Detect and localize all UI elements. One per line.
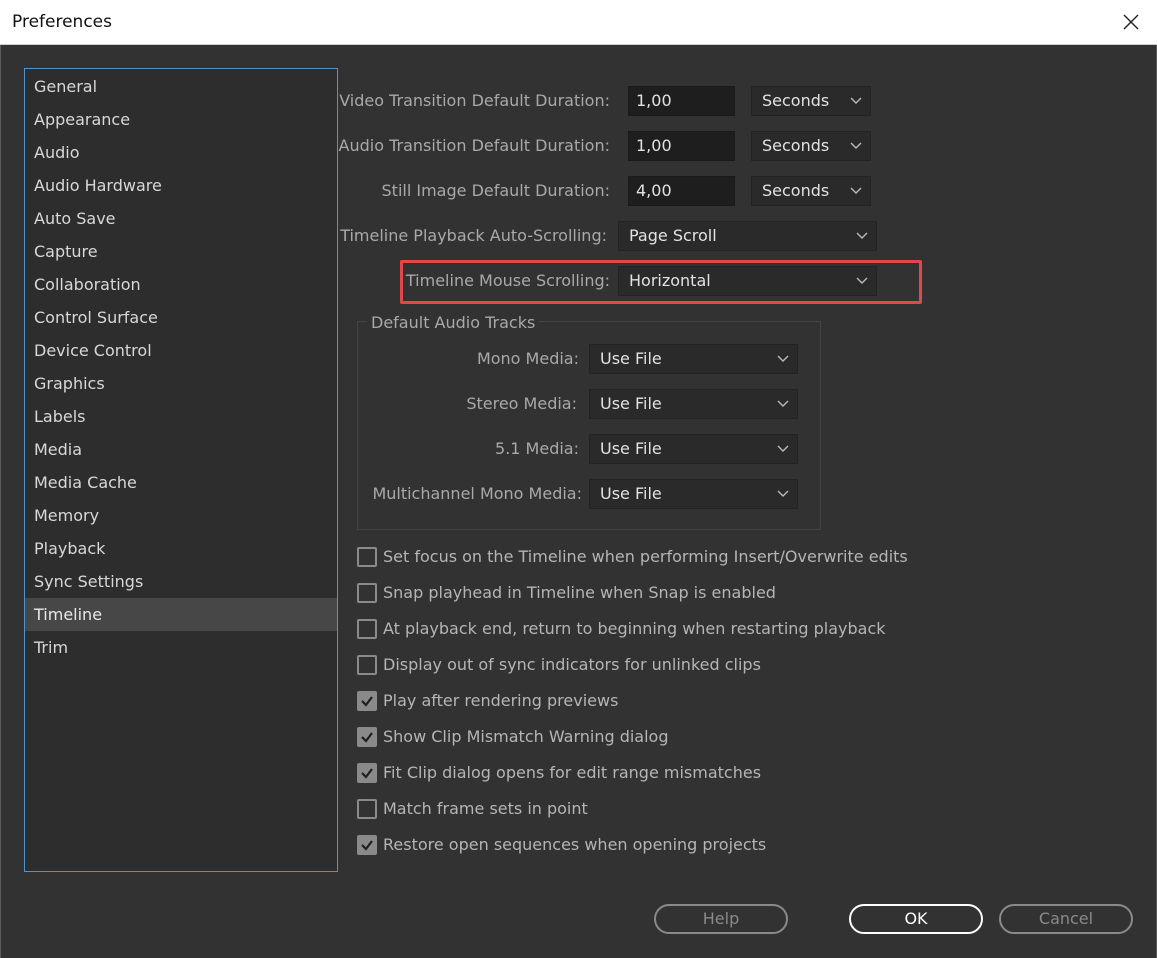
sidebar-item-device-control[interactable]: Device Control: [25, 334, 337, 367]
checkbox[interactable]: [357, 619, 377, 639]
playback-auto-scrolling-value: Page Scroll: [629, 226, 717, 245]
sidebar-item-appearance[interactable]: Appearance: [25, 103, 337, 136]
mouse-scrolling-select[interactable]: Horizontal: [618, 266, 877, 296]
audio-transition-unit-value: Seconds: [762, 136, 830, 155]
mono-media-select[interactable]: Use File: [589, 344, 798, 374]
sidebar-item-capture[interactable]: Capture: [25, 235, 337, 268]
sidebar-item-general[interactable]: General: [25, 70, 337, 103]
sidebar-item-media[interactable]: Media: [25, 433, 337, 466]
mouse-scrolling-label: Timeline Mouse Scrolling:: [405, 271, 610, 290]
mono-media-value: Use File: [600, 349, 662, 368]
surround-media-label: 5.1 Media:: [495, 439, 579, 458]
window-border-left: [0, 45, 1, 958]
checkbox[interactable]: [357, 799, 377, 819]
sidebar-item-audio[interactable]: Audio: [25, 136, 337, 169]
surround-media-select[interactable]: Use File: [589, 434, 798, 464]
preferences-category-list[interactable]: General Appearance Audio Audio Hardware …: [24, 68, 338, 872]
sidebar-item-auto-save[interactable]: Auto Save: [25, 202, 337, 235]
checkbox[interactable]: [357, 655, 377, 675]
stereo-media-value: Use File: [600, 394, 662, 413]
audio-transition-duration-label: Audio Transition Default Duration:: [338, 136, 610, 155]
checkbox[interactable]: [357, 763, 377, 783]
checkbox-label: Show Clip Mismatch Warning dialog: [383, 727, 669, 746]
chevron-down-icon: [850, 97, 862, 104]
sidebar-item-trim[interactable]: Trim: [25, 631, 337, 664]
sidebar-item-control-surface[interactable]: Control Surface: [25, 301, 337, 334]
checkbox-label: Display out of sync indicators for unlin…: [383, 655, 761, 674]
ok-button[interactable]: OK: [849, 904, 983, 934]
audio-transition-unit-select[interactable]: Seconds: [751, 131, 871, 161]
sidebar-item-audio-hardware[interactable]: Audio Hardware: [25, 169, 337, 202]
sidebar-item-memory[interactable]: Memory: [25, 499, 337, 532]
sidebar-item-media-cache[interactable]: Media Cache: [25, 466, 337, 499]
video-transition-unit-select[interactable]: Seconds: [751, 86, 871, 116]
video-transition-unit-value: Seconds: [762, 91, 830, 110]
checkbox[interactable]: [357, 727, 377, 747]
checkbox-label: Snap playhead in Timeline when Snap is e…: [383, 583, 776, 602]
playback-auto-scrolling-label: Timeline Playback Auto-Scrolling:: [340, 226, 607, 245]
still-image-duration-label: Still Image Default Duration:: [381, 181, 610, 200]
still-image-duration-input[interactable]: 4,00: [628, 176, 735, 206]
chevron-down-icon: [850, 187, 862, 194]
title-bar: Preferences: [0, 0, 1157, 45]
checkbox[interactable]: [357, 547, 377, 567]
help-button[interactable]: Help: [654, 904, 788, 934]
playback-auto-scrolling-select[interactable]: Page Scroll: [618, 221, 877, 251]
close-icon[interactable]: [1117, 8, 1145, 36]
multichannel-media-value: Use File: [600, 484, 662, 503]
sidebar-item-labels[interactable]: Labels: [25, 400, 337, 433]
sidebar-item-playback[interactable]: Playback: [25, 532, 337, 565]
sidebar-item-collaboration[interactable]: Collaboration: [25, 268, 337, 301]
checkbox-label: Restore open sequences when opening proj…: [383, 835, 767, 854]
checkbox-label: Match frame sets in point: [383, 799, 588, 818]
chevron-down-icon: [777, 490, 789, 497]
checkbox-label: Set focus on the Timeline when performin…: [383, 547, 908, 566]
checkbox[interactable]: [357, 691, 377, 711]
sidebar-item-graphics[interactable]: Graphics: [25, 367, 337, 400]
stereo-media-select[interactable]: Use File: [589, 389, 798, 419]
checkbox-label: Play after rendering previews: [383, 691, 619, 710]
checkbox-label: Fit Clip dialog opens for edit range mis…: [383, 763, 762, 782]
checkbox-label: At playback end, return to beginning whe…: [383, 619, 886, 638]
chevron-down-icon: [850, 142, 862, 149]
sidebar-item-sync-settings[interactable]: Sync Settings: [25, 565, 337, 598]
video-transition-duration-label: Video Transition Default Duration:: [339, 91, 610, 110]
still-image-unit-select[interactable]: Seconds: [751, 176, 871, 206]
surround-media-value: Use File: [600, 439, 662, 458]
multichannel-media-select[interactable]: Use File: [589, 479, 798, 509]
checkbox[interactable]: [357, 835, 377, 855]
audio-transition-duration-input[interactable]: 1,00: [628, 131, 735, 161]
window-title: Preferences: [12, 12, 112, 32]
chevron-down-icon: [856, 232, 868, 239]
video-transition-duration-input[interactable]: 1,00: [628, 86, 735, 116]
chevron-down-icon: [777, 355, 789, 362]
stereo-media-label: Stereo Media:: [466, 394, 577, 413]
chevron-down-icon: [777, 400, 789, 407]
sidebar-item-timeline[interactable]: Timeline: [25, 598, 337, 631]
checkbox[interactable]: [357, 583, 377, 603]
cancel-button[interactable]: Cancel: [999, 904, 1133, 934]
mouse-scrolling-value: Horizontal: [629, 271, 711, 290]
multichannel-media-label: Multichannel Mono Media:: [372, 484, 582, 503]
chevron-down-icon: [777, 445, 789, 452]
mono-media-label: Mono Media:: [476, 349, 579, 368]
still-image-unit-value: Seconds: [762, 181, 830, 200]
default-audio-tracks-title: Default Audio Tracks: [367, 313, 540, 332]
chevron-down-icon: [856, 277, 868, 284]
